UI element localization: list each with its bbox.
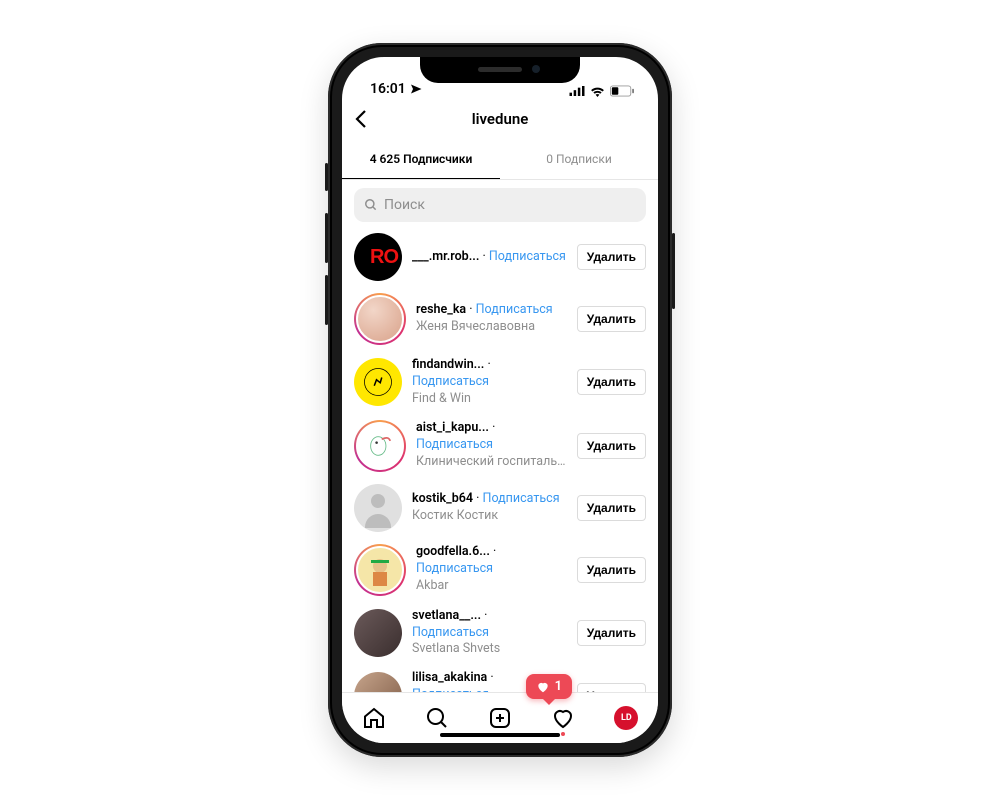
fullname: Клинический госпиталь MD GRO... xyxy=(416,454,567,471)
power-button xyxy=(672,233,675,309)
profile-initials: LD xyxy=(621,713,632,723)
tab-followers-label: 4 625 Подписчики xyxy=(370,152,473,166)
home-indicator[interactable] xyxy=(440,733,560,737)
speaker xyxy=(478,67,522,72)
follower-row[interactable]: RO ___.mr.rob... · Подписаться Удалить xyxy=(342,227,658,287)
fullname: Костик Костик xyxy=(412,508,567,525)
tab-following-label: 0 Подписки xyxy=(546,152,612,166)
subscribe-link[interactable]: Подписаться xyxy=(489,249,566,264)
home-tab[interactable] xyxy=(362,706,386,730)
fullname: Женя Вячеславовна xyxy=(416,319,567,336)
notch xyxy=(420,57,580,83)
follower-row[interactable]: goodfella.6... · ПодписатьсяAkbarУдалить xyxy=(342,538,658,602)
avatar[interactable] xyxy=(354,358,402,406)
remove-button[interactable]: Удалить xyxy=(577,306,646,332)
nav-bar: livedune xyxy=(342,99,658,139)
mute-switch xyxy=(325,163,328,191)
remove-button[interactable]: Удалить xyxy=(577,557,646,583)
follower-row[interactable]: findandwin... · ПодписатьсяFind & WinУда… xyxy=(342,351,658,414)
create-tab[interactable] xyxy=(488,706,512,730)
fullname: Find & Win xyxy=(412,391,567,408)
remove-button[interactable]: Удалить xyxy=(577,433,646,459)
remove-button[interactable]: Удалить xyxy=(577,620,646,646)
remove-button[interactable]: Удалить xyxy=(577,244,646,270)
avatar[interactable] xyxy=(354,293,406,345)
activity-dot xyxy=(561,732,565,736)
location-icon xyxy=(410,83,422,95)
page-title: livedune xyxy=(342,110,658,128)
volume-down-button xyxy=(325,275,328,325)
follower-text: goodfella.6... · ПодписатьсяAkbar xyxy=(416,544,567,595)
follower-row[interactable]: lilisa_akakina · ПодписатьсяSMM|МАРКЕТОЛ… xyxy=(342,664,658,693)
follower-text: kostik_b64 · ПодписатьсяКостик Костик xyxy=(412,491,567,525)
fullname: Akbar xyxy=(416,578,567,595)
follower-text: ___.mr.rob... · Подписаться xyxy=(412,249,567,266)
subscribe-link[interactable]: Подписаться xyxy=(412,374,489,389)
remove-button[interactable]: Удалить xyxy=(577,495,646,521)
subscribe-link[interactable]: Подписаться xyxy=(483,491,560,506)
search-icon xyxy=(364,198,378,212)
remove-button[interactable]: Удалить xyxy=(577,369,646,395)
profile-avatar: LD xyxy=(614,706,638,730)
battery-icon xyxy=(610,85,634,97)
cellular-icon xyxy=(569,86,585,96)
activity-tab[interactable] xyxy=(551,706,575,730)
screen: 16:01 xyxy=(342,57,658,743)
follower-text: reshe_ka · ПодписатьсяЖеня Вячеславовна xyxy=(416,302,567,336)
username[interactable]: findandwin... xyxy=(412,357,484,372)
front-camera xyxy=(532,65,540,73)
wifi-icon xyxy=(590,86,605,97)
username[interactable]: svetlana__... xyxy=(412,608,481,623)
follower-text: aist_i_kapu... · ПодписатьсяКлинический … xyxy=(416,420,567,471)
back-button[interactable] xyxy=(350,107,374,131)
like-count: 1 xyxy=(555,679,562,694)
search-tab[interactable] xyxy=(425,706,449,730)
subscribe-link[interactable]: Подписаться xyxy=(476,302,553,317)
username[interactable]: goodfella.6... xyxy=(416,544,490,559)
avatar[interactable]: RO xyxy=(354,233,402,281)
subscribe-link[interactable]: Подписаться xyxy=(412,625,489,640)
search-placeholder: Поиск xyxy=(384,197,425,213)
profile-tab[interactable]: LD xyxy=(614,706,638,730)
follower-row[interactable]: reshe_ka · ПодписатьсяЖеня ВячеславовнаУ… xyxy=(342,287,658,351)
search-input[interactable]: Поиск xyxy=(354,188,646,222)
subscribe-link[interactable]: Подписаться xyxy=(416,437,493,452)
username[interactable]: reshe_ka xyxy=(416,302,466,317)
avatar[interactable] xyxy=(354,484,402,532)
follower-row[interactable]: svetlana__... · ПодписатьсяSvetlana Shve… xyxy=(342,602,658,665)
avatar[interactable] xyxy=(354,672,402,693)
username[interactable]: ___.mr.rob... xyxy=(412,249,479,264)
follower-text: findandwin... · ПодписатьсяFind & Win xyxy=(412,357,567,408)
subscribe-link[interactable]: Подписаться xyxy=(416,561,493,576)
followers-list[interactable]: RO ___.mr.rob... · Подписаться Удалить resh… xyxy=(342,227,658,693)
tab-following[interactable]: 0 Подписки xyxy=(500,139,658,179)
tab-followers[interactable]: 4 625 Подписчики xyxy=(342,139,500,179)
phone-frame: 16:01 xyxy=(328,43,672,757)
follower-row[interactable]: aist_i_kapu... · ПодписатьсяКлинический … xyxy=(342,414,658,478)
follower-row[interactable]: kostik_b64 · ПодписатьсяКостик КостикУда… xyxy=(342,478,658,538)
follower-text: svetlana__... · ПодписатьсяSvetlana Shve… xyxy=(412,608,567,659)
avatar[interactable] xyxy=(354,544,406,596)
like-notification-bubble[interactable]: 1 xyxy=(526,674,572,699)
heart-filled-icon xyxy=(536,680,550,694)
username[interactable]: kostik_b64 xyxy=(412,491,473,506)
fullname: Svetlana Shvets xyxy=(412,641,567,658)
status-time: 16:01 xyxy=(370,81,406,97)
avatar[interactable] xyxy=(354,420,406,472)
avatar[interactable] xyxy=(354,609,402,657)
username[interactable]: lilisa_akakina xyxy=(412,670,487,685)
tabs: 4 625 Подписчики 0 Подписки xyxy=(342,139,658,180)
volume-up-button xyxy=(325,213,328,263)
username[interactable]: aist_i_kapu... xyxy=(416,420,489,435)
